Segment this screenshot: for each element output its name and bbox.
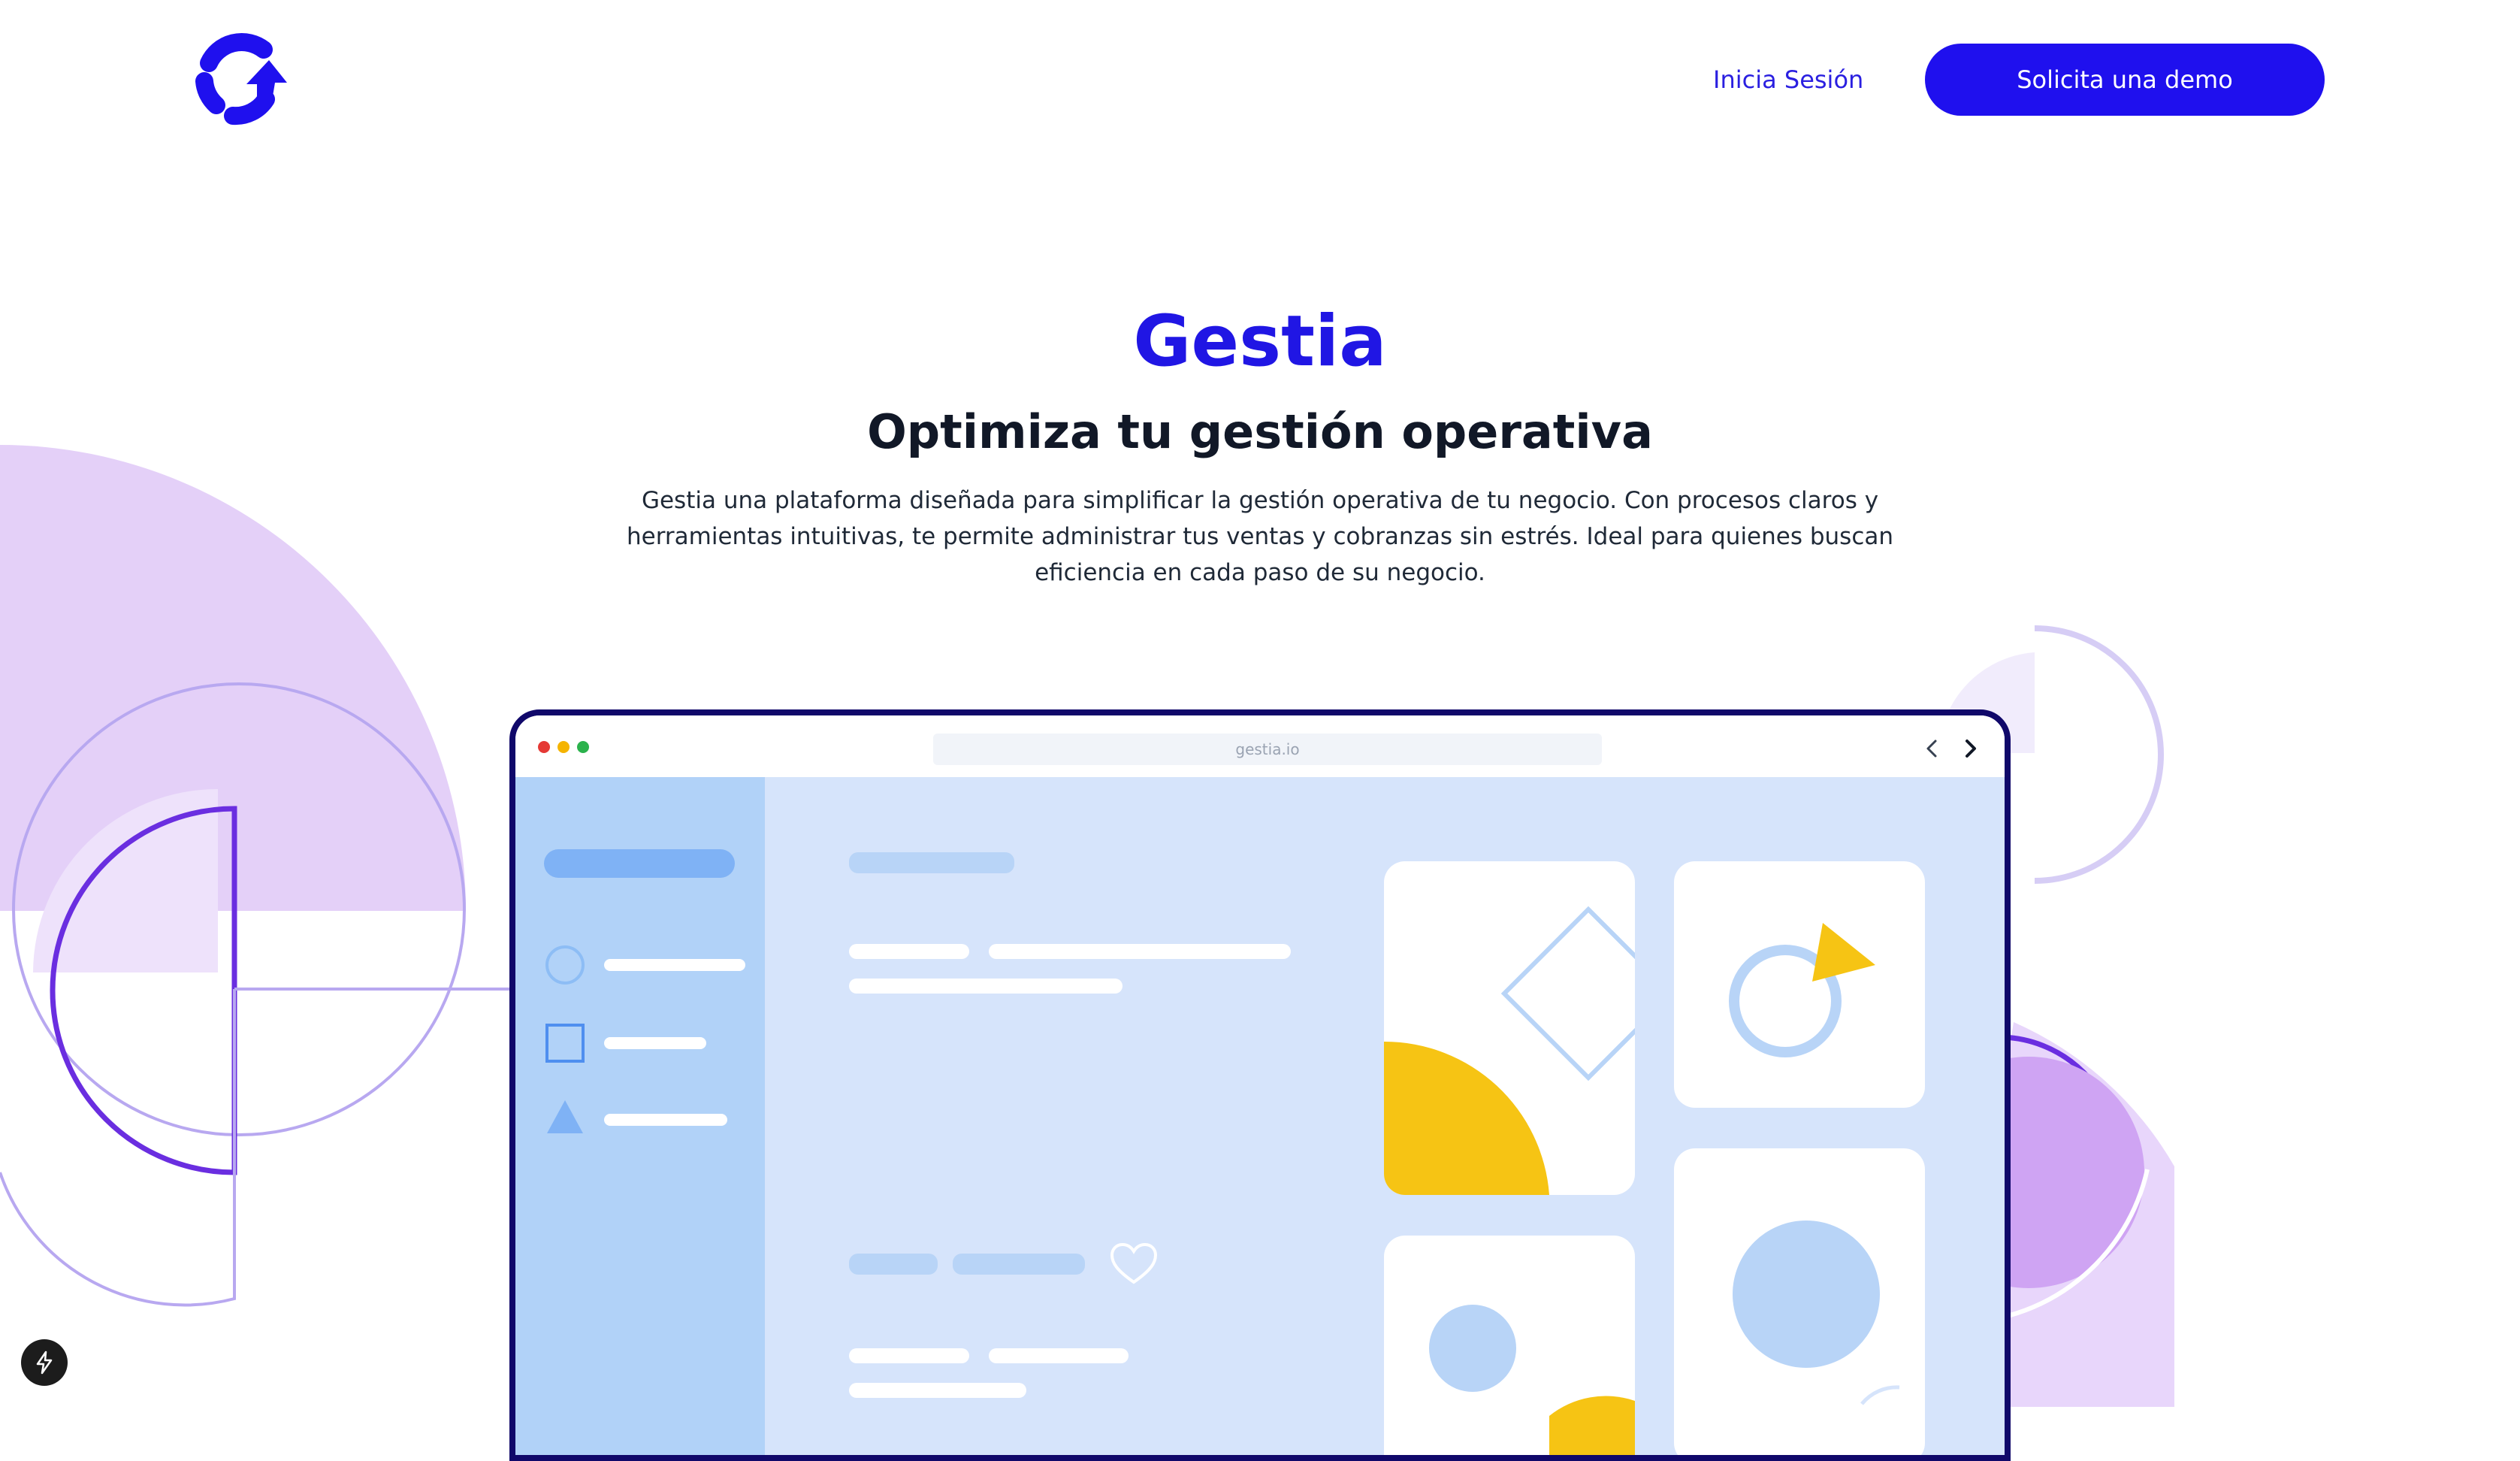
mockup-sidebar-line bbox=[604, 959, 745, 971]
ring-and-triangle-shape bbox=[1729, 923, 1875, 1057]
gestia-logo-icon[interactable] bbox=[194, 32, 289, 126]
diamond-shape bbox=[1384, 906, 1635, 1195]
circle-shape bbox=[1733, 1221, 1900, 1405]
chevron-left-icon bbox=[1926, 740, 1937, 758]
mockup-text-line bbox=[849, 944, 969, 959]
login-link[interactable]: Inicia Sesión bbox=[1713, 60, 1863, 99]
mockup-heading-bar bbox=[849, 852, 1014, 873]
chevron-right-icon bbox=[1966, 740, 1976, 758]
hero-title: Gestia bbox=[1133, 301, 1387, 383]
hero-subtitle: Optimiza tu gestión operativa bbox=[867, 404, 1653, 459]
window-minimize-dot bbox=[557, 741, 570, 753]
mockup-sidebar bbox=[515, 777, 765, 1455]
mockup-card bbox=[1384, 1236, 1635, 1455]
mockup-text-line bbox=[989, 944, 1291, 959]
mockup-url-bar: gestia.io bbox=[933, 734, 1602, 765]
request-demo-button[interactable]: Solicita una demo bbox=[1925, 44, 2325, 116]
mockup-text-line bbox=[989, 1348, 1129, 1363]
mockup-card bbox=[1384, 861, 1635, 1195]
mockup-card bbox=[1674, 861, 1925, 1108]
dot-shape bbox=[1429, 1305, 1635, 1455]
product-mockup: gestia.io bbox=[509, 709, 2011, 1461]
square-icon bbox=[545, 1024, 585, 1063]
mockup-sidebar-line bbox=[604, 1037, 706, 1049]
triangle-icon bbox=[547, 1100, 583, 1133]
mockup-card bbox=[1674, 1148, 1925, 1455]
mockup-text-line bbox=[849, 979, 1123, 994]
mockup-tag bbox=[849, 1254, 938, 1275]
mockup-text-line bbox=[849, 1348, 969, 1363]
hero-description: Gestia una plataforma diseñada para simp… bbox=[626, 487, 1894, 586]
mockup-content bbox=[515, 777, 2005, 1455]
mockup-browser-bar: gestia.io bbox=[515, 715, 2005, 777]
lightning-bolt-icon[interactable] bbox=[21, 1339, 68, 1386]
circle-icon bbox=[545, 945, 585, 985]
mockup-sidebar-line bbox=[604, 1114, 727, 1126]
window-maximize-dot bbox=[577, 741, 589, 753]
window-close-dot bbox=[538, 741, 550, 753]
mockup-tag bbox=[953, 1254, 1085, 1275]
mockup-sidebar-header bbox=[544, 849, 735, 878]
mockup-text-line bbox=[849, 1383, 1026, 1398]
heart-icon bbox=[1110, 1242, 1158, 1284]
